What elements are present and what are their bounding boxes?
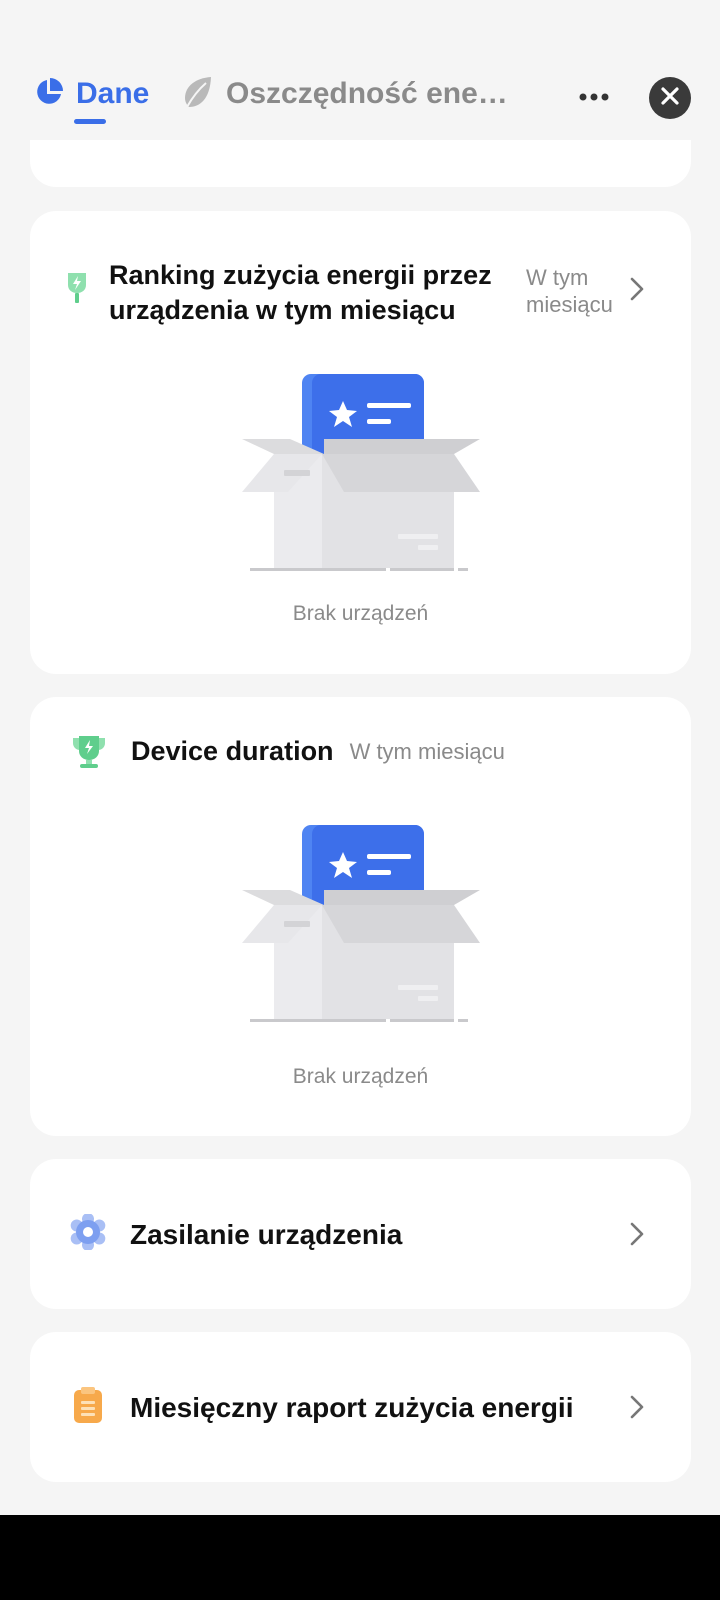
device-power-title: Zasilanie urządzenia	[130, 1218, 403, 1250]
tab-data-label: Dane	[76, 77, 150, 110]
system-navigation-bar	[0, 1515, 720, 1600]
more-dots-icon	[579, 88, 609, 106]
more-options-button[interactable]	[574, 82, 614, 112]
gear-icon	[70, 1212, 106, 1255]
ranking-period-selector[interactable]: W tym miesiącu	[526, 264, 613, 318]
close-button[interactable]	[649, 77, 691, 119]
energy-ranking-card: Ranking zużycia energii przez urządzenia…	[30, 211, 691, 674]
ranking-period-line1: W tym	[526, 265, 589, 290]
tab-energy-saving[interactable]: Oszczędność ener…	[180, 70, 516, 118]
monthly-report-card[interactable]: Miesięczny raport zużycia energii	[30, 1332, 691, 1482]
close-icon	[660, 86, 680, 111]
ranking-title-line1: Ranking zużycia energii przez	[109, 260, 492, 290]
chevron-right-icon[interactable]	[630, 1395, 644, 1424]
duration-empty-text: Brak urządzeń	[292, 1065, 429, 1088]
trophy-icon	[71, 735, 107, 774]
duration-title: Device duration	[131, 736, 334, 766]
ranking-title-line2: urządzenia w tym miesiącu	[109, 295, 456, 325]
ranking-empty-text: Brak urządzeń	[292, 602, 429, 625]
monthly-report-title: Miesięczny raport zużycia energii	[130, 1391, 574, 1423]
top-header: Dane Oszczędność ener…	[0, 0, 720, 140]
ranking-period-line2: miesiącu	[526, 292, 613, 317]
active-tab-indicator	[74, 119, 106, 124]
tab-energy-saving-label: Oszczędność ener…	[226, 77, 516, 110]
device-duration-card: Device duration W tym miesiącu Brak urzą…	[30, 697, 691, 1136]
clipboard-icon	[70, 1386, 106, 1429]
pie-chart-icon	[34, 77, 64, 112]
chevron-right-icon[interactable]	[630, 277, 644, 306]
tab-data[interactable]: Dane	[34, 70, 149, 118]
energy-plug-icon	[66, 271, 88, 310]
duration-period[interactable]: W tym miesiącu	[350, 738, 505, 765]
empty-box-illustration	[240, 825, 484, 1025]
chevron-right-icon[interactable]	[630, 1222, 644, 1251]
device-power-card[interactable]: Zasilanie urządzenia	[30, 1159, 691, 1309]
leaf-icon	[180, 74, 216, 115]
empty-box-illustration	[240, 374, 484, 574]
